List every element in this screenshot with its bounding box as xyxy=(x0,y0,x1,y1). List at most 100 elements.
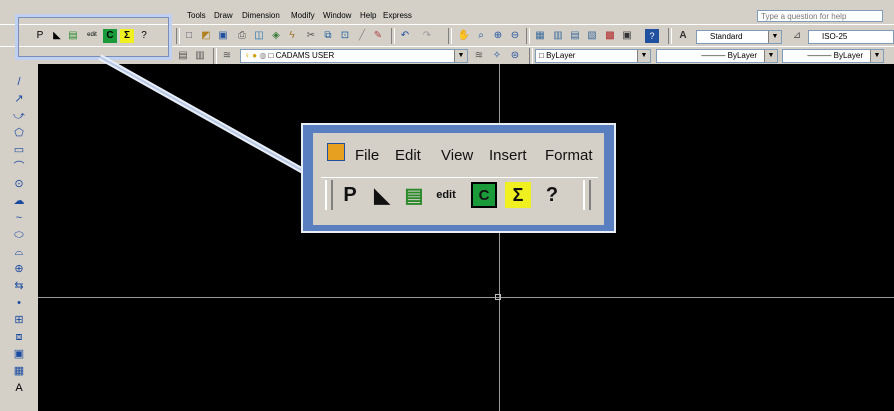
shape-button[interactable]: ◣ xyxy=(369,182,395,208)
layer-previous-icon[interactable]: ✧ xyxy=(490,49,504,63)
dim-style-icon[interactable]: ⊿ xyxy=(790,29,804,43)
draw-toolbar: / ↗ ⤻ ⬠ ▭ ⌒ ⊙ ☁ ~ ⬭ ⌓ ⊕ ⇆ • ⊞ ⧈ ▣ ▦ A xyxy=(0,64,38,411)
color-select[interactable]: □ ByLayer ▼ xyxy=(535,49,651,63)
circle-tool-icon[interactable]: ⊙ xyxy=(2,176,36,192)
chevron-down-icon[interactable]: ▼ xyxy=(454,50,467,62)
zoom-window-icon[interactable]: ⊕ xyxy=(491,29,505,43)
calculator-icon[interactable]: ▣ xyxy=(620,29,634,43)
lineweight-select[interactable]: ——— ByLayer ▼ xyxy=(782,49,884,63)
menu-dimension[interactable]: Dimension xyxy=(242,11,280,20)
polyline-tool-icon[interactable]: ⤻ xyxy=(2,108,36,124)
design-center-icon[interactable]: ▥ xyxy=(551,29,565,43)
layer-manager-icon[interactable]: ▤ xyxy=(176,49,190,63)
zoom-realtime-icon[interactable]: ⌕ xyxy=(474,29,488,43)
linetype-select[interactable]: ——— ByLayer ▼ xyxy=(656,49,778,63)
dim-style-value: ISO-25 xyxy=(822,32,848,41)
brush-icon[interactable]: ✎ xyxy=(371,29,385,43)
edit-text-button[interactable]: edit xyxy=(433,182,459,208)
ellipse-arc-tool-icon[interactable]: ⌓ xyxy=(2,244,36,260)
separator xyxy=(391,28,395,44)
chevron-down-icon[interactable]: ▼ xyxy=(764,50,777,62)
layer-iso-icon[interactable]: ⊜ xyxy=(508,49,522,63)
separator xyxy=(176,28,180,44)
line-tool-icon[interactable]: / xyxy=(2,74,36,90)
zoom-callout-window: File Edit View Insert Format P ◣ ▤ edit … xyxy=(313,133,604,225)
sigma-button[interactable]: Σ xyxy=(505,182,531,208)
zoom-menu-format[interactable]: Format xyxy=(545,147,593,164)
ellipse-tool-icon[interactable]: ⬭ xyxy=(2,227,36,243)
layers-icon[interactable]: ≋ xyxy=(220,49,234,63)
linetype-value: ByLayer xyxy=(727,51,757,60)
preview-icon[interactable]: ◫ xyxy=(252,29,266,43)
cut-icon[interactable]: ✂ xyxy=(304,29,318,43)
print-icon[interactable]: ⎙ xyxy=(235,29,249,43)
drawing-canvas[interactable] xyxy=(38,64,894,411)
zoom-previous-icon[interactable]: ⊖ xyxy=(508,29,522,43)
dim-style-select[interactable]: ISO-25 xyxy=(808,30,894,44)
sun-icon: ● xyxy=(252,51,258,60)
redo-icon[interactable]: ↷ xyxy=(420,29,434,43)
hatch-tool-icon[interactable]: ⊞ xyxy=(2,312,36,328)
pan-icon[interactable]: ✋ xyxy=(457,29,471,43)
text-style-icon[interactable]: A xyxy=(676,29,690,43)
layer-state-icon[interactable]: ▥ xyxy=(193,49,207,63)
table-tool-icon[interactable]: ▦ xyxy=(2,363,36,379)
menu-express[interactable]: Express xyxy=(383,11,412,20)
layer-select[interactable]: ♀ ● ◍ □ CADAMS USER ▼ xyxy=(240,49,468,63)
open-icon[interactable]: ◩ xyxy=(199,29,213,43)
menu-help[interactable]: Help xyxy=(360,11,376,20)
p-button[interactable]: P xyxy=(337,182,363,208)
crosshair-pickbox xyxy=(495,294,501,300)
paste-icon[interactable]: ⊡ xyxy=(338,29,352,43)
insert-block-tool-icon[interactable]: ⊕ xyxy=(2,261,36,277)
zoom-menu-file[interactable]: File xyxy=(355,147,379,164)
gradient-tool-icon[interactable]: ⧈ xyxy=(2,329,36,345)
lineweight-line: ——— xyxy=(807,51,832,60)
help-button[interactable]: ? xyxy=(539,182,565,208)
properties-icon[interactable]: ▦ xyxy=(533,29,547,43)
make-block-tool-icon[interactable]: ⇆ xyxy=(2,278,36,294)
menu-modify[interactable]: Modify xyxy=(291,11,315,20)
separator xyxy=(213,48,217,64)
make-current-icon[interactable]: ≋ xyxy=(472,49,486,63)
region-tool-icon[interactable]: ▣ xyxy=(2,346,36,362)
separator xyxy=(668,28,672,44)
menu-tools[interactable]: Tools xyxy=(187,11,206,20)
color-swatch-icon: □ xyxy=(539,51,544,60)
zoom-menu-view[interactable]: View xyxy=(441,147,473,164)
toolbar-grip[interactable] xyxy=(325,180,333,210)
revcloud-tool-icon[interactable]: ☁ xyxy=(2,193,36,209)
c-button[interactable]: C xyxy=(471,182,497,208)
save-icon[interactable]: ▣ xyxy=(216,29,230,43)
point-tool-icon[interactable]: • xyxy=(2,295,36,311)
chevron-down-icon[interactable]: ▼ xyxy=(768,31,781,43)
chevron-down-icon[interactable]: ▼ xyxy=(870,50,883,62)
polygon-tool-icon[interactable]: ⬠ xyxy=(2,125,36,141)
multiline-text-tool-icon[interactable]: A xyxy=(2,380,36,396)
chevron-down-icon[interactable]: ▼ xyxy=(637,50,650,62)
match-icon[interactable]: ╱ xyxy=(355,29,369,43)
rectangle-tool-icon[interactable]: ▭ xyxy=(2,142,36,158)
help-search-input[interactable]: Type a question for help xyxy=(757,10,883,22)
spline-tool-icon[interactable]: ~ xyxy=(2,210,36,226)
copy-icon[interactable]: ⧉ xyxy=(321,29,335,43)
menu-draw[interactable]: Draw xyxy=(214,11,233,20)
publish-icon[interactable]: ◈ xyxy=(269,29,283,43)
plot-icon[interactable]: ϟ xyxy=(285,29,299,43)
zoom-toolbar: P ◣ ▤ edit C Σ ? xyxy=(321,177,598,212)
zoom-menu-edit[interactable]: Edit xyxy=(395,147,421,164)
list-button[interactable]: ▤ xyxy=(401,182,427,208)
help-question-icon[interactable]: ? xyxy=(645,29,659,43)
sheet-set-icon[interactable]: ▧ xyxy=(585,29,599,43)
markup-icon[interactable]: ▩ xyxy=(603,29,617,43)
new-icon[interactable]: □ xyxy=(182,29,196,43)
zoom-menu-insert[interactable]: Insert xyxy=(489,147,527,164)
tool-palettes-icon[interactable]: ▤ xyxy=(568,29,582,43)
menu-window[interactable]: Window xyxy=(323,11,351,20)
undo-icon[interactable]: ↶ xyxy=(398,29,412,43)
construction-line-tool-icon[interactable]: ↗ xyxy=(2,91,36,107)
arc-tool-icon[interactable]: ⌒ xyxy=(2,159,36,175)
crosshair-vertical xyxy=(499,64,500,411)
text-style-select[interactable]: Standard ▼ xyxy=(696,30,782,44)
separator xyxy=(529,48,533,64)
